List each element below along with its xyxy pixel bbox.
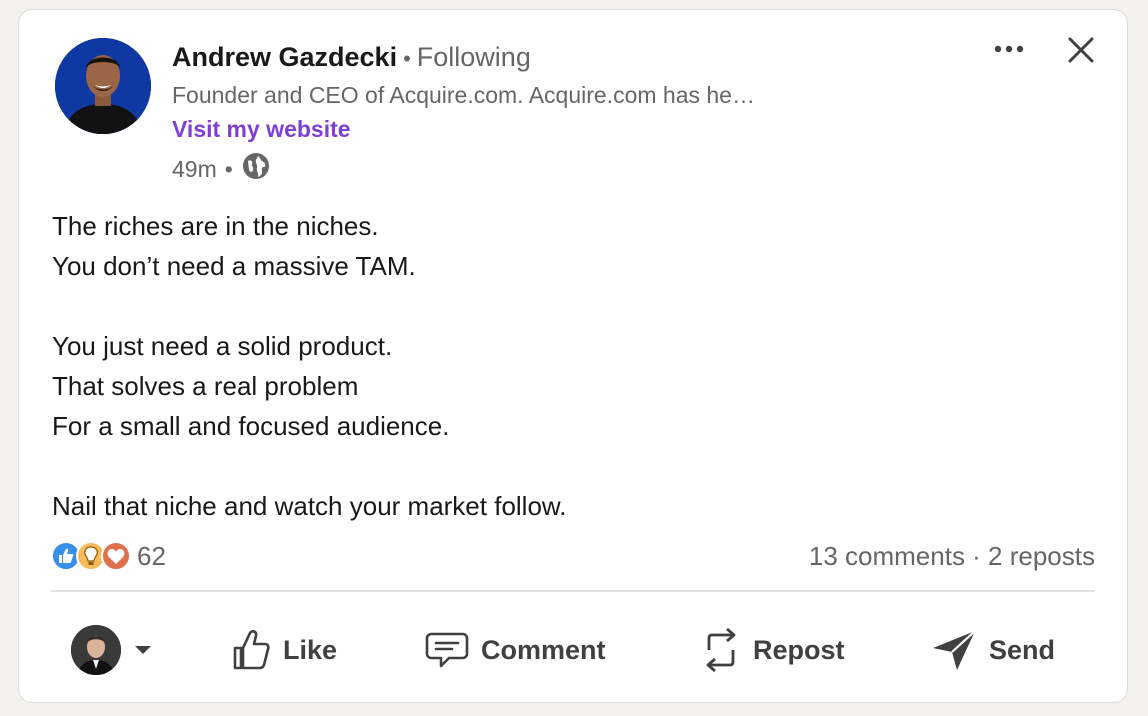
post-line: That solves a real problem	[52, 371, 359, 401]
ellipsis-icon	[994, 45, 1024, 53]
send-icon	[933, 630, 976, 670]
separator-dot: •	[403, 46, 411, 71]
comment-label: Comment	[481, 634, 606, 665]
reaction-icon-stack	[51, 541, 131, 571]
action-bar: Like Comment Repost Send	[19, 610, 1127, 690]
actor-avatar	[71, 625, 121, 675]
love-reaction-icon	[101, 541, 131, 571]
like-icon	[233, 630, 270, 670]
divider	[51, 590, 1095, 592]
post-line: For a small and focused audience.	[52, 411, 450, 441]
post-text: The riches are in the niches. You don’t …	[52, 206, 566, 526]
comment-button[interactable]: Comment	[425, 610, 606, 690]
send-label: Send	[989, 634, 1056, 665]
post-line: The riches are in the niches.	[52, 211, 379, 241]
visit-website-link[interactable]: Visit my website	[172, 116, 351, 143]
author-line: Andrew Gazdecki • Following	[172, 42, 531, 73]
reaction-icons	[51, 540, 133, 572]
reactions-summary[interactable]: 62	[51, 540, 166, 572]
follow-status: Following	[416, 42, 531, 72]
like-label: Like	[283, 634, 338, 665]
close-button[interactable]	[1063, 32, 1099, 68]
chevron-down-icon	[135, 646, 151, 654]
post-time: 49m	[172, 155, 217, 182]
send-button[interactable]: Send	[931, 610, 1055, 690]
author-name[interactable]: Andrew Gazdecki	[172, 42, 397, 72]
post-line: Nail that niche and watch your market fo…	[52, 491, 567, 521]
separator-dot: •	[224, 155, 233, 182]
more-options-button[interactable]	[991, 34, 1027, 64]
author-avatar[interactable]	[55, 38, 151, 134]
author-headline: Founder and CEO of Acquire.com. Acquire.…	[172, 82, 755, 108]
insightful-reaction-icon	[76, 541, 106, 571]
globe-icon	[241, 151, 271, 187]
post-line: You just need a solid product.	[52, 331, 393, 361]
repost-label: Repost	[753, 634, 845, 665]
comments-reposts-count[interactable]: 13 comments · 2 reposts	[809, 541, 1095, 572]
post-card: Andrew Gazdecki • Following Founder and CE…	[18, 9, 1128, 703]
like-reaction-icon	[51, 541, 81, 571]
repost-icon	[706, 627, 736, 673]
comment-icon	[425, 632, 469, 668]
close-icon	[1068, 37, 1094, 63]
like-button[interactable]: Like	[231, 610, 337, 690]
post-line: You don’t need a massive TAM.	[52, 251, 416, 281]
repost-button[interactable]: Repost	[701, 610, 845, 690]
reaction-count: 62	[137, 540, 166, 571]
post-meta: 49m •	[172, 151, 271, 187]
actor-switcher[interactable]	[71, 610, 153, 690]
